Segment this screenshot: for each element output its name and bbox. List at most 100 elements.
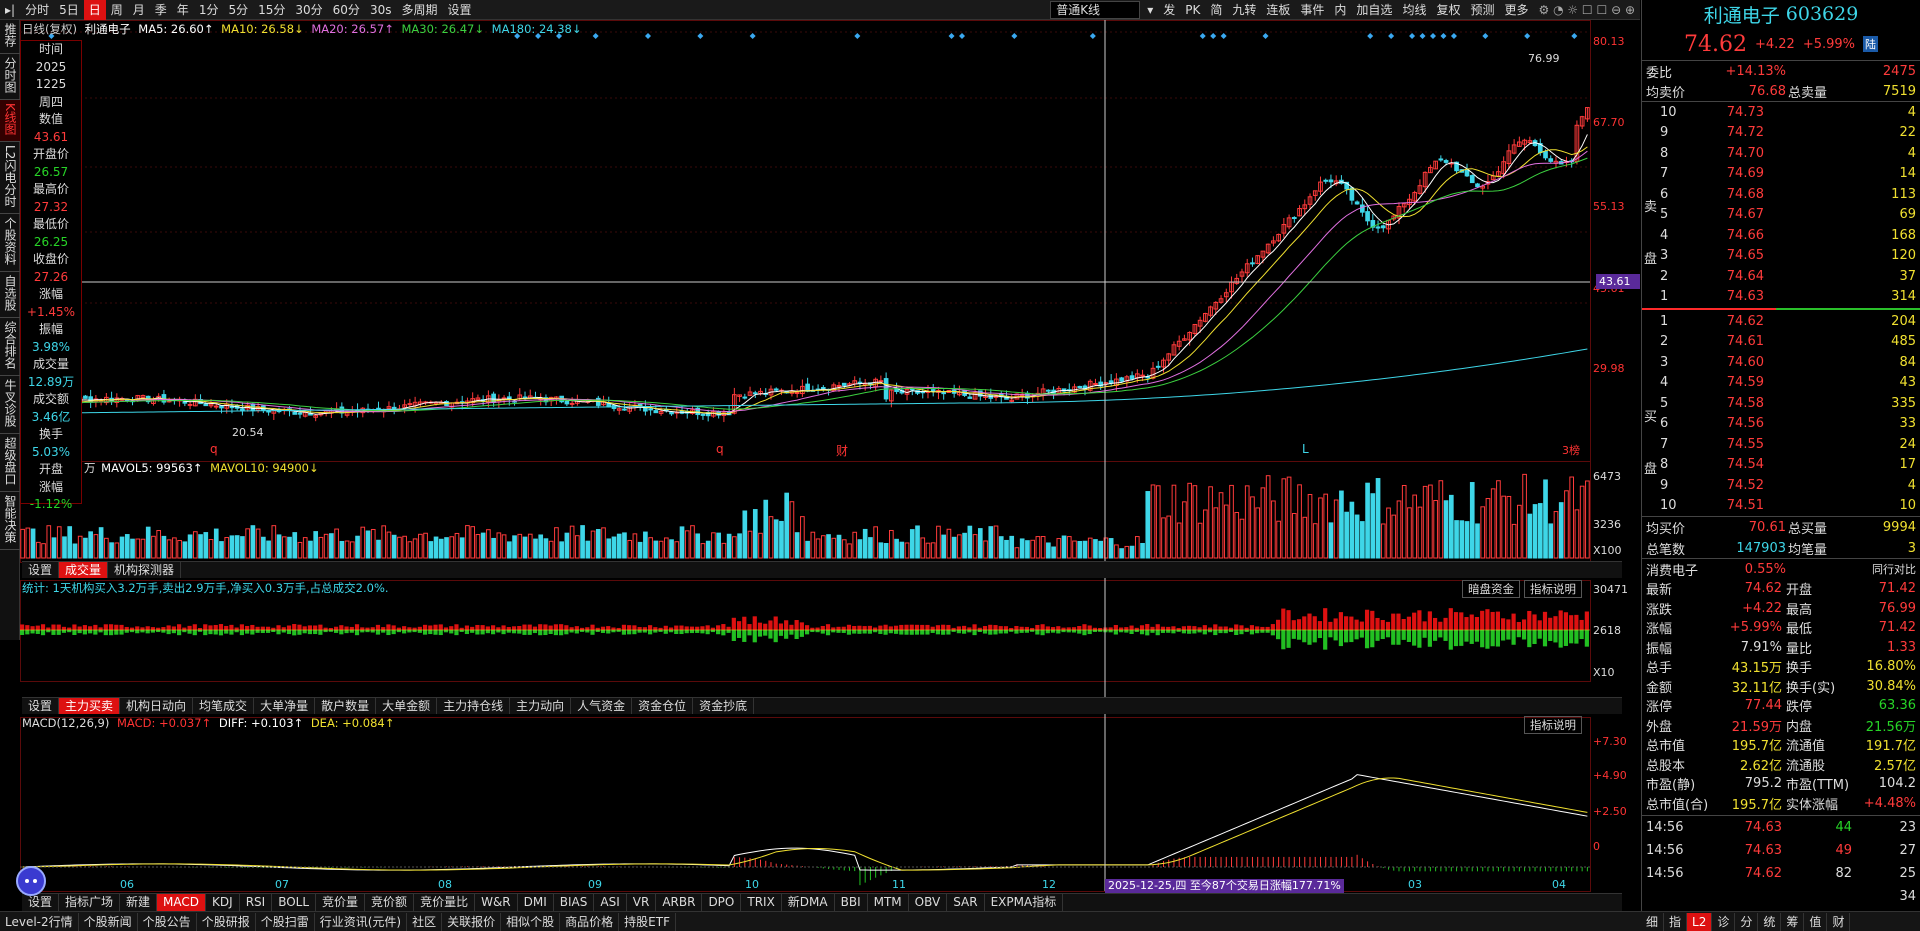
bottom-tab-7[interactable]: 竞价量	[316, 894, 366, 911]
bottom-tab-10[interactable]: W&R	[475, 894, 518, 911]
bottom-tab-0[interactable]: 设置	[22, 894, 60, 911]
toolbar-right-5[interactable]: 事件	[1295, 0, 1329, 20]
bottom-tab-23[interactable]: EXPMA指标	[985, 894, 1064, 911]
industry-name[interactable]: 消费电子	[1646, 560, 1730, 579]
event-mark-q1[interactable]: q	[210, 442, 218, 456]
toolbar-right-3[interactable]: 九转	[1227, 0, 1261, 20]
assistant-robot-icon[interactable]	[16, 866, 46, 896]
bids-row[interactable]: 9 74.52 4	[1660, 475, 1920, 496]
bids-row[interactable]: 8 74.54 17	[1660, 455, 1920, 476]
left-tab-1[interactable]: 分时图	[0, 54, 20, 100]
asks-row[interactable]: 10 74.73 4	[1660, 102, 1920, 123]
status-6[interactable]: 社区	[407, 912, 443, 931]
period-10[interactable]: 30分	[290, 0, 327, 20]
kline-mode-select[interactable]: 普通K线	[1050, 0, 1141, 19]
bottom-tab-2[interactable]: 新建	[120, 894, 158, 911]
left-tab-6[interactable]: 综合排名	[0, 318, 20, 377]
status-3[interactable]: 个股研报	[197, 912, 256, 931]
ind-tab-3[interactable]: 均笔成交	[193, 698, 255, 714]
ind-tab-7[interactable]: 主力持仓线	[437, 698, 511, 714]
event-mark-bang[interactable]: 3榜	[1562, 442, 1580, 458]
ind-tab-6[interactable]: 大单金额	[376, 698, 438, 714]
bottom-tab-4[interactable]: KDJ	[206, 894, 240, 911]
panel-tab-3[interactable]: 诊	[1712, 912, 1736, 931]
asks-row[interactable]: 5 74.67 69	[1660, 205, 1920, 226]
period-5[interactable]: 季	[150, 0, 172, 20]
period-13[interactable]: 多周期	[396, 0, 442, 20]
asks-row[interactable]: 3 74.65 120	[1660, 246, 1920, 267]
asks-row[interactable]: 2 74.64 37	[1660, 266, 1920, 287]
ind-tab-0[interactable]: 设置	[22, 698, 60, 714]
period-7[interactable]: 1分	[194, 0, 224, 20]
toolbar-arrow[interactable]: ▸|	[0, 0, 20, 20]
left-tab-7[interactable]: 牛叉诊股	[0, 376, 20, 435]
indicator-help-button[interactable]: 指标说明	[1524, 580, 1582, 598]
left-tab-9[interactable]: 智能决策	[0, 492, 20, 551]
bids-row[interactable]: 3 74.60 84	[1660, 352, 1920, 373]
toolbar-right-9[interactable]: 复权	[1431, 0, 1465, 20]
bottom-tab-22[interactable]: SAR	[947, 894, 985, 911]
bottom-tab-15[interactable]: ARBR	[656, 894, 703, 911]
asks-row[interactable]: 6 74.68 113	[1660, 184, 1920, 205]
event-mark-q2[interactable]: q	[716, 442, 724, 456]
ind-tab-10[interactable]: 资金仓位	[632, 698, 694, 714]
event-mark-L[interactable]: L	[1302, 442, 1309, 456]
panel-tab-1[interactable]: 指	[1664, 912, 1688, 931]
bids-row[interactable]: 2 74.61 485	[1660, 332, 1920, 353]
bottom-tab-11[interactable]: DMI	[518, 894, 554, 911]
bottom-tab-21[interactable]: OBV	[909, 894, 948, 911]
left-tab-4[interactable]: 个股资料	[0, 214, 20, 273]
status-1[interactable]: 个股新闻	[79, 912, 138, 931]
period-2[interactable]: 日	[83, 0, 106, 20]
bids-row[interactable]: 10 74.51 10	[1660, 496, 1920, 517]
panel-tab-0[interactable]: 细	[1641, 912, 1665, 931]
ind-tab-4[interactable]: 大单净量	[254, 698, 316, 714]
bottom-tab-6[interactable]: BOLL	[272, 894, 317, 911]
vol-tab-2[interactable]: 机构探测器	[108, 562, 182, 578]
period-11[interactable]: 60分	[328, 0, 365, 20]
bids-row[interactable]: 7 74.55 24	[1660, 434, 1920, 455]
status-10[interactable]: 持股ETF	[619, 912, 676, 931]
panel-tab-5[interactable]: 统	[1758, 912, 1782, 931]
bottom-tab-9[interactable]: 竞价量比	[414, 894, 476, 911]
bottom-tab-16[interactable]: DPO	[702, 894, 742, 911]
period-1[interactable]: 5日	[54, 0, 84, 20]
bids-row[interactable]: 4 74.59 43	[1660, 373, 1920, 394]
bottom-tab-5[interactable]: RSI	[240, 894, 273, 911]
left-tab-2[interactable]: K线图	[0, 100, 20, 142]
panel-tab-8[interactable]: 财	[1827, 912, 1851, 931]
bottom-tab-14[interactable]: VR	[627, 894, 657, 911]
peer-compare-link[interactable]: 同行对比	[1786, 561, 1916, 577]
ind-tab-9[interactable]: 人气资金	[571, 698, 633, 714]
status-8[interactable]: 相似个股	[501, 912, 561, 931]
toolbar-right-8[interactable]: 均线	[1397, 0, 1431, 20]
period-3[interactable]: 周	[106, 0, 128, 20]
left-tab-3[interactable]: L2闪电分时	[0, 142, 20, 215]
status-4[interactable]: 个股扫雷	[256, 912, 315, 931]
toolbar-right-10[interactable]: 预测	[1465, 0, 1499, 20]
bottom-tab-3[interactable]: MACD	[157, 894, 207, 911]
status-9[interactable]: 商品价格	[560, 912, 620, 931]
bids-row[interactable]: 5 74.58 335	[1660, 393, 1920, 414]
bids-row[interactable]: 6 74.56 33	[1660, 414, 1920, 435]
asks-row[interactable]: 8 74.70 4	[1660, 143, 1920, 164]
status-7[interactable]: 关联报价	[442, 912, 502, 931]
toolbar-right-0[interactable]: 发	[1158, 0, 1180, 20]
left-tab-5[interactable]: 自选股	[0, 272, 20, 319]
toolbar-right-7[interactable]: 加自选	[1351, 0, 1397, 20]
bottom-tab-17[interactable]: TRIX	[741, 894, 782, 911]
asks-row[interactable]: 1 74.63 314	[1660, 287, 1920, 308]
period-9[interactable]: 15分	[253, 0, 290, 20]
vol-tab-1[interactable]: 成交量	[59, 562, 109, 578]
panel-tab-2[interactable]: L2	[1687, 912, 1713, 931]
bottom-tab-18[interactable]: 新DMA	[782, 894, 835, 911]
bottom-tab-1[interactable]: 指标广场	[59, 894, 121, 911]
period-4[interactable]: 月	[128, 0, 150, 20]
left-tab-8[interactable]: 超级盘口	[0, 434, 20, 493]
status-5[interactable]: 行业资讯(元件)	[315, 912, 408, 931]
bottom-tab-20[interactable]: MTM	[868, 894, 909, 911]
panel-tab-6[interactable]: 筹	[1781, 912, 1805, 931]
period-12[interactable]: 30s	[365, 0, 397, 20]
panel-tab-4[interactable]: 分	[1735, 912, 1759, 931]
toolbar-right-4[interactable]: 连板	[1261, 0, 1295, 20]
